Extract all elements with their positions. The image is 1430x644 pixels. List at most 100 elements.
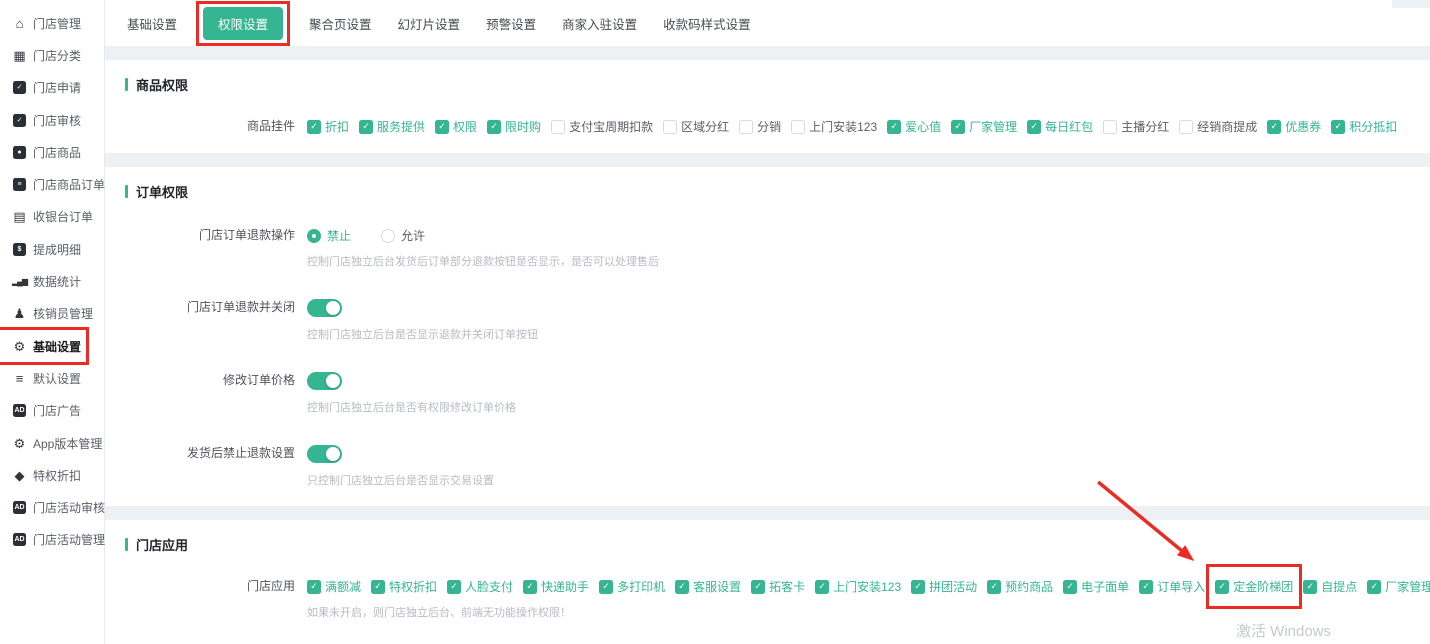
sidebar-item[interactable]: ✓门店申请 (0, 72, 87, 104)
sidebar-item-label: 数据统计 (33, 273, 81, 290)
checkbox[interactable]: ✓ (951, 120, 965, 134)
tab-item[interactable]: 收款码样式设置 (663, 14, 751, 33)
checkbox-label: 自提点 (1321, 578, 1357, 595)
sidebar-item[interactable]: ▤收银台订单 (0, 201, 99, 233)
checkbox[interactable]: ✓ (1027, 120, 1041, 134)
checkbox-label: 特权折扣 (389, 578, 437, 595)
tab-item[interactable]: 聚合页设置 (309, 14, 372, 33)
checkbox-label: 上门安装123 (809, 118, 877, 135)
statistics-icon: ▂▄▆ (12, 278, 27, 286)
checkbox[interactable]: ✓ (815, 580, 829, 594)
section-title-text: 商品权限 (136, 75, 188, 94)
checkbox[interactable]: ✓ (1215, 580, 1229, 594)
sidebar-item[interactable]: ♟核销员管理 (0, 298, 99, 330)
sidebar-item-label: 特权折扣 (33, 467, 81, 484)
sidebar-item[interactable]: ≡门店商品订单 (0, 168, 111, 200)
activity-manage-icon: AD (12, 533, 27, 546)
checkbox[interactable]: ✓ (435, 120, 449, 134)
sidebar-item[interactable]: ◆ 特权折扣 (0, 459, 87, 491)
sidebar-item-label: 门店管理 (33, 15, 81, 32)
sidebar-item[interactable]: ●门店商品 (0, 136, 87, 168)
checkbox[interactable]: ✓ (1331, 120, 1345, 134)
sidebar-item[interactable]: $提成明细 (0, 233, 87, 265)
checkbox-item: ✓电子面单 (1063, 578, 1129, 595)
checkbox-label: 快递助手 (541, 578, 589, 595)
checkbox-label: 定金阶梯团 (1233, 578, 1293, 595)
sidebar-item[interactable]: AD门店广告 (0, 395, 87, 427)
sidebar-item-label: 门店审核 (33, 112, 81, 129)
sidebar-item[interactable]: AD 门店活动管理 (0, 524, 111, 556)
sidebar-item[interactable]: ⚙App版本管理 (0, 427, 108, 459)
sidebar-item[interactable]: ▦门店分类 (0, 39, 87, 71)
radio-option-label: 允许 (401, 227, 425, 244)
goods-widget-row: 商品挂件 ✓折扣✓服务提供✓权限✓限时购支付宝周期扣款区域分红分销上门安装123… (125, 118, 1430, 135)
sidebar-item[interactable]: ✓ 门店审核 (0, 104, 87, 136)
checkbox-item: ✓ 服务提供 (359, 118, 425, 135)
sidebar-item-label: 门店活动审核 (33, 499, 105, 516)
sidebar-item-label: 门店广告 (33, 402, 81, 419)
checkbox-item: ✓ 自提点 (1303, 578, 1357, 595)
toggle-switch-on[interactable] (307, 445, 342, 463)
checkbox[interactable]: ✓ (487, 120, 501, 134)
checkbox[interactable]: ✓ (359, 120, 373, 134)
radio-option[interactable]: 禁止 (307, 227, 351, 244)
sidebar-item[interactable]: ⌂门店管理 (0, 7, 87, 39)
checkbox[interactable]: ✓ (911, 580, 925, 594)
checkbox[interactable] (739, 120, 753, 134)
sidebar-item[interactable]: ⚙基础设置 (0, 330, 87, 362)
checkbox[interactable]: ✓ (523, 580, 537, 594)
checkbox[interactable]: ✓ (887, 120, 901, 134)
checkbox[interactable]: ✓ (447, 580, 461, 594)
store-audit-icon: ✓ (12, 114, 27, 127)
checkbox[interactable]: ✓ (675, 580, 689, 594)
checkbox-label: 服务提供 (377, 118, 425, 135)
sidebar: ⌂门店管理▦门店分类✓门店申请✓门店审核●门店商品≡门店商品订单▤收银台订单$提… (0, 0, 105, 644)
checkbox-item: ✓ 爱心值 (887, 118, 941, 135)
checkbox-item: ✓积分抵扣 (1331, 118, 1397, 135)
checkbox[interactable]: ✓ (1303, 580, 1317, 594)
section-title-text: 订单权限 (136, 182, 188, 201)
checkbox[interactable]: ✓ (599, 580, 613, 594)
radio-option-label: 禁止 (327, 227, 351, 244)
tab-item[interactable]: 商家入驻设置 (562, 14, 637, 33)
verifier-manage-icon: ♟ (12, 307, 27, 320)
checkbox[interactable]: ✓ (307, 580, 321, 594)
checkbox-label: 预约商品 (1005, 578, 1053, 595)
checkbox[interactable] (791, 120, 805, 134)
checkbox-label: 爱心值 (905, 118, 941, 135)
radio-unselected-icon[interactable] (381, 229, 395, 243)
privilege-discount-icon: ◆ (12, 469, 27, 482)
toggle-switch-on[interactable] (307, 299, 342, 317)
checkbox-item: ✓折扣 (307, 118, 349, 135)
checkbox-item: ✓人脸支付 (447, 578, 513, 595)
checkbox[interactable] (1103, 120, 1117, 134)
order-row-hint: 控制门店独立后台发货后订单部分退款按钮是否显示，是否可以处理售后 (307, 253, 659, 269)
activate-windows-watermark: 激活 Windows (1236, 620, 1331, 641)
sidebar-item[interactable]: AD门店活动审核 (0, 491, 111, 523)
tab-item[interactable]: 基础设置 (127, 14, 177, 33)
sidebar-item-label: 门店活动管理 (33, 531, 105, 548)
checkbox[interactable] (551, 120, 565, 134)
toggle-switch-on[interactable] (307, 372, 342, 390)
checkbox[interactable]: ✓ (1367, 580, 1381, 594)
tab-active[interactable]: 权限设置 (203, 7, 283, 40)
checkbox[interactable] (1179, 120, 1193, 134)
store-app-card: 门店应用 门店应用 ✓满额减✓特权折扣✓人脸支付✓快递助手✓多打印机✓客服设置✓… (105, 520, 1430, 644)
checkbox[interactable]: ✓ (1267, 120, 1281, 134)
checkbox[interactable] (663, 120, 677, 134)
checkbox[interactable]: ✓ (307, 120, 321, 134)
sidebar-item[interactable]: ≡默认设置 (0, 362, 87, 394)
order-row-hint: 只控制门店独立后台是否显示交易设置 (307, 472, 494, 488)
checkbox[interactable]: ✓ (751, 580, 765, 594)
radio-option[interactable]: 允许 (381, 227, 425, 244)
checkbox[interactable]: ✓ (371, 580, 385, 594)
radio-selected-icon[interactable] (307, 229, 321, 243)
section-title-goods-permission: 商品权限 (125, 75, 1430, 94)
checkbox[interactable]: ✓ (1139, 580, 1153, 594)
checkbox-item: ✓优惠券 (1267, 118, 1321, 135)
tab-item[interactable]: 幻灯片设置 (398, 14, 461, 33)
checkbox[interactable]: ✓ (987, 580, 1001, 594)
tab-item[interactable]: 预警设置 (486, 14, 536, 33)
checkbox[interactable]: ✓ (1063, 580, 1077, 594)
sidebar-item[interactable]: ▂▄▆ 数据统计 (0, 265, 87, 297)
